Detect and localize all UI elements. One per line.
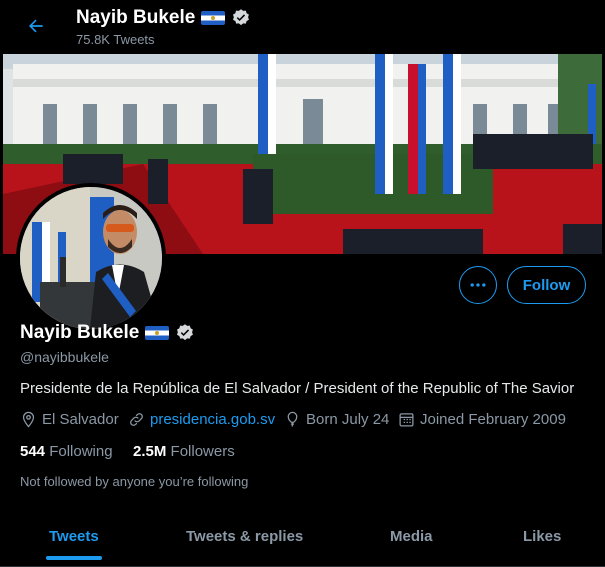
tab-media[interactable]: Media <box>390 528 433 545</box>
website-link[interactable]: presidencia.gob.sv <box>150 411 275 428</box>
active-tab-indicator <box>46 556 102 560</box>
profile-birthday: Born July 24 <box>284 411 389 428</box>
joined-text: Joined February 2009 <box>420 411 566 428</box>
profile-bio: Presidente de la República de El Salvado… <box>20 380 575 397</box>
el-salvador-flag-icon <box>145 326 170 340</box>
following-label: Following <box>49 443 113 460</box>
profile-handle: @nayibbukele <box>20 349 109 365</box>
header-title: Nayib Bukele <box>76 7 251 29</box>
profile-name-text: Nayib Bukele <box>20 322 140 343</box>
followers-number: 2.5M <box>133 443 167 460</box>
top-header: Nayib Bukele 75.8K Tweets <box>0 0 605 53</box>
calendar-icon <box>399 413 414 427</box>
tab-tweets-and-replies[interactable]: Tweets & replies <box>186 528 303 545</box>
arrow-left-icon <box>29 19 43 33</box>
tweet-count: 75.8K Tweets <box>76 32 155 47</box>
birthday-text: Born July 24 <box>306 411 390 428</box>
el-salvador-flag-icon <box>201 11 226 25</box>
location-text: El Salvador <box>42 411 119 428</box>
profile-display-name: Nayib Bukele <box>20 322 195 344</box>
balloon-icon <box>287 411 298 428</box>
tab-tweets[interactable]: Tweets <box>49 528 99 545</box>
verified-icon <box>233 9 250 26</box>
more-button[interactable] <box>459 266 497 304</box>
avatar-photo <box>20 187 162 329</box>
location-pin-icon <box>22 411 35 428</box>
following-number: 544 <box>20 443 46 460</box>
profile-joined: Joined February 2009 <box>398 411 566 428</box>
following-count[interactable]: 544 Following <box>20 443 113 460</box>
back-button[interactable] <box>22 12 50 40</box>
more-horizontal-icon <box>470 283 486 287</box>
profile-avatar[interactable] <box>16 183 166 333</box>
link-icon <box>130 413 143 426</box>
follow-button[interactable]: Follow <box>507 266 586 304</box>
followers-label: Followers <box>170 443 235 460</box>
tab-likes[interactable]: Likes <box>523 528 561 545</box>
followers-count[interactable]: 2.5M Followers <box>133 443 235 460</box>
profile-location: El Salvador <box>20 411 119 428</box>
followed-by-text: Not followed by anyone you’re following <box>20 474 249 489</box>
verified-icon <box>177 324 194 341</box>
profile-website[interactable]: presidencia.gob.sv <box>128 411 275 428</box>
header-name: Nayib Bukele <box>76 7 196 28</box>
